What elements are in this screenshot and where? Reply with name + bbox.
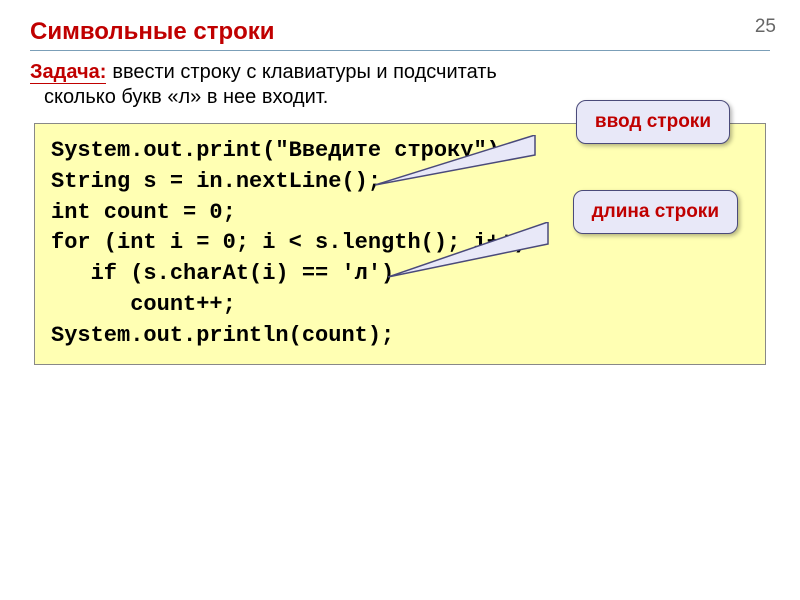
- title-divider: [30, 50, 770, 51]
- callout-tail-1: [375, 135, 575, 205]
- callout-tail-2: [388, 222, 578, 292]
- page-number: 25: [755, 16, 776, 38]
- code-line-6: count++;: [51, 290, 749, 321]
- task-text-1: ввести строку с клавиатуры и подсчитать: [112, 61, 496, 83]
- slide-title: Символьные строки: [30, 18, 770, 46]
- task-label: Задача:: [30, 61, 106, 84]
- code-line-7: System.out.println(count);: [51, 321, 749, 352]
- callout-string-length: длина строки: [573, 190, 738, 234]
- task-line-1: Задача: ввести строку с клавиатуры и подс…: [30, 61, 770, 84]
- callout-input-string: ввод строки: [576, 100, 730, 144]
